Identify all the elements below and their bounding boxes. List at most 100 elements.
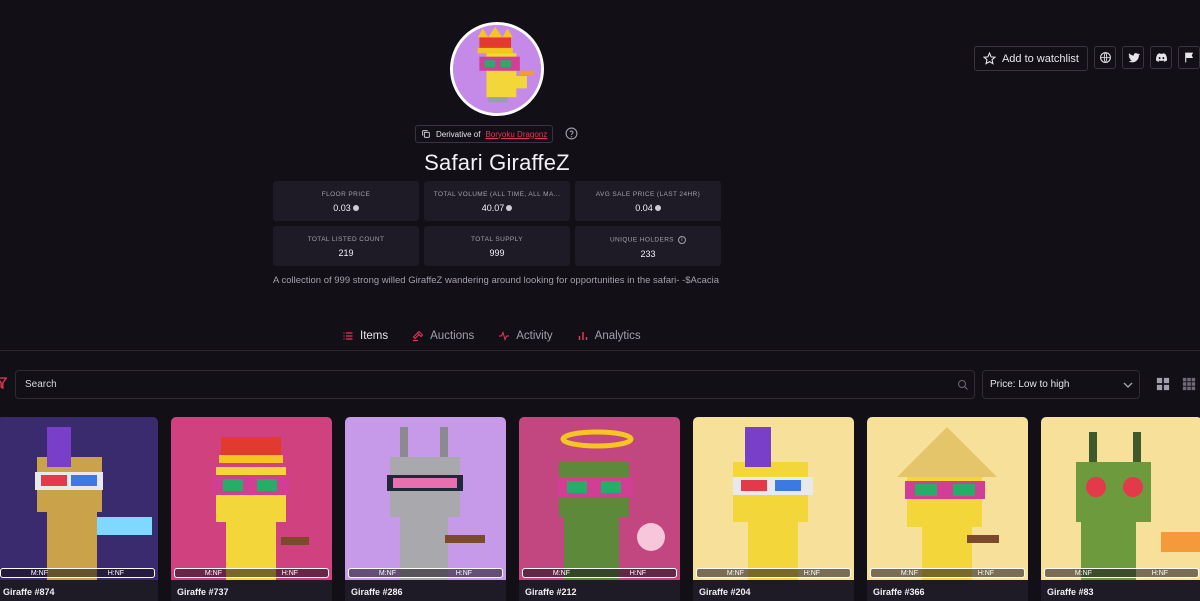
collection-actions: Add to watchlist xyxy=(973,46,1200,71)
collection-avatar xyxy=(450,22,544,116)
nft-image: M:NF H:NF xyxy=(867,417,1028,580)
nft-image: M:NF H:NF xyxy=(345,417,506,580)
nft-card[interactable]: M:NF H:NF Giraffe #366 xyxy=(867,417,1028,601)
add-to-watchlist-button[interactable]: Add to watchlist xyxy=(973,46,1088,71)
sol-icon xyxy=(654,205,661,211)
tab-label: Analytics xyxy=(594,330,641,342)
tab-label: Items xyxy=(360,330,389,342)
stat-label: AVG SALE PRICE (LAST 24HR) xyxy=(595,191,701,198)
stat-avg-sale-price: AVG SALE PRICE (LAST 24HR) 0.04 xyxy=(575,181,721,221)
nft-grid: M:NF H:NF Giraffe #874 M:NF H:NF Giraffe #… xyxy=(0,417,1200,601)
nft-card[interactable]: M:NF H:NF Giraffe #286 xyxy=(345,417,506,601)
list-icon xyxy=(343,332,353,340)
stat-total-volume: TOTAL VOLUME (ALL TIME, ALL MA... 40.07 xyxy=(424,181,570,221)
large-grid-view-button[interactable] xyxy=(1152,373,1174,395)
moonrank-label: M:NF xyxy=(378,569,396,577)
tab-label: Auctions xyxy=(430,330,475,342)
tab-activity[interactable]: Activity xyxy=(498,330,553,342)
derivative-link[interactable]: Boryoku Dragonz xyxy=(485,130,547,139)
info-icon[interactable]: i xyxy=(678,236,687,244)
nft-card[interactable]: M:NF H:NF Giraffe #212 xyxy=(519,417,680,601)
nft-name: Giraffe #286 xyxy=(351,587,403,597)
stat-value: 999 xyxy=(489,248,505,258)
flag-icon xyxy=(1184,52,1193,63)
bar-chart-icon xyxy=(578,332,587,340)
question-icon[interactable] xyxy=(565,127,578,140)
grid-small-icon xyxy=(1182,377,1196,391)
sort-select[interactable]: Price: Low to high xyxy=(982,370,1140,399)
filter-icon[interactable] xyxy=(0,377,7,389)
watchlist-label: Add to watchlist xyxy=(1001,52,1079,65)
giraffe-image xyxy=(1041,417,1200,580)
rarity-rank-bar: M:NF H:NF xyxy=(174,568,329,578)
derivative-prefix: Derivative of xyxy=(436,129,481,139)
grid-large-icon xyxy=(1156,377,1170,391)
howrare-label: H:NF xyxy=(977,569,995,577)
giraffe-crown-avatar-image xyxy=(453,25,541,113)
copy-icon xyxy=(422,130,430,138)
nft-name: Giraffe #737 xyxy=(177,587,229,597)
nft-name: Giraffe #366 xyxy=(873,587,925,597)
twitter-button[interactable] xyxy=(1122,46,1144,69)
collection-description: A collection of 999 strong willed Giraff… xyxy=(273,275,720,286)
howrare-label: H:NF xyxy=(803,569,821,577)
stat-label: UNIQUE HOLDERS xyxy=(609,236,675,244)
tab-items[interactable]: Items xyxy=(342,330,388,342)
stat-label: TOTAL LISTED COUNT xyxy=(307,236,385,243)
stat-label: TOTAL VOLUME (ALL TIME, ALL MA... xyxy=(433,191,561,198)
rarity-rank-bar: M:NF H:NF xyxy=(348,568,503,578)
stat-value: 219 xyxy=(338,248,354,258)
rarity-rank-bar: M:NF H:NF xyxy=(870,568,1025,578)
website-button[interactable] xyxy=(1094,46,1116,69)
giraffe-image xyxy=(345,417,506,580)
stat-value: 0.04 xyxy=(635,203,653,213)
stat-label: FLOOR PRICE xyxy=(321,191,371,198)
stat-value: 233 xyxy=(640,249,656,259)
nft-image: M:NF H:NF xyxy=(693,417,854,580)
howrare-label: H:NF xyxy=(629,569,647,577)
tab-analytics[interactable]: Analytics xyxy=(577,330,641,342)
giraffe-image xyxy=(171,417,332,580)
gavel-icon xyxy=(412,330,424,341)
stat-total-listed: TOTAL LISTED COUNT 219 xyxy=(273,226,419,266)
stat-value-wrap: 40.07 xyxy=(482,203,513,213)
small-grid-view-button[interactable] xyxy=(1178,373,1200,395)
collection-title: Safari GiraffeZ xyxy=(424,150,570,175)
moonrank-label: M:NF xyxy=(900,569,918,577)
stat-unique-holders: UNIQUE HOLDERS i 233 xyxy=(575,226,721,266)
pulse-icon xyxy=(499,331,510,341)
stats-grid: FLOOR PRICE 0.03 TOTAL VOLUME (ALL TIME,… xyxy=(273,181,721,266)
discord-button[interactable] xyxy=(1150,46,1172,69)
nft-image: M:NF H:NF xyxy=(1041,417,1200,580)
collection-tabs: Items Auctions Activity Analytics xyxy=(342,330,641,342)
stat-floor-price: FLOOR PRICE 0.03 xyxy=(273,181,419,221)
nft-card[interactable]: M:NF H:NF Giraffe #737 xyxy=(171,417,332,601)
rarity-rank-bar: M:NF H:NF xyxy=(1044,568,1199,578)
moonrank-label: M:NF xyxy=(552,569,570,577)
search-input[interactable] xyxy=(25,379,925,390)
report-button[interactable] xyxy=(1178,46,1200,69)
sol-icon xyxy=(506,205,513,211)
howrare-label: H:NF xyxy=(1151,569,1169,577)
stat-value: 40.07 xyxy=(481,203,505,213)
rarity-rank-bar: M:NF H:NF xyxy=(0,568,155,578)
giraffe-image xyxy=(519,417,680,580)
howrare-label: H:NF xyxy=(455,569,473,577)
search-icon[interactable] xyxy=(957,379,969,391)
giraffe-image xyxy=(693,417,854,580)
nft-name: Giraffe #83 xyxy=(1047,587,1094,597)
tabs-divider xyxy=(0,350,1200,351)
rarity-rank-bar: M:NF H:NF xyxy=(522,568,677,578)
stat-label: TOTAL SUPPLY xyxy=(471,236,523,243)
nft-card[interactable]: M:NF H:NF Giraffe #204 xyxy=(693,417,854,601)
nft-card[interactable]: M:NF H:NF Giraffe #83 xyxy=(1041,417,1200,601)
globe-icon xyxy=(1099,52,1111,63)
sol-icon xyxy=(352,205,359,211)
tab-auctions[interactable]: Auctions xyxy=(412,330,474,342)
discord-icon xyxy=(1155,53,1167,62)
star-icon xyxy=(982,52,996,65)
nft-name: Giraffe #874 xyxy=(3,587,55,597)
stat-value-wrap: 0.03 xyxy=(333,203,359,213)
nft-card[interactable]: M:NF H:NF Giraffe #874 xyxy=(0,417,158,601)
moonrank-label: M:NF xyxy=(726,569,744,577)
